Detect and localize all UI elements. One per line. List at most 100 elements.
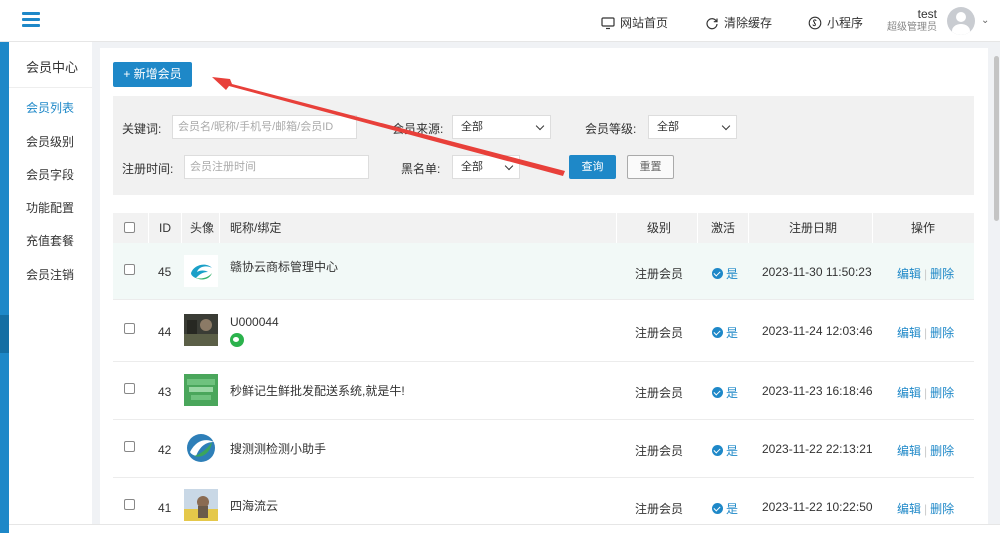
row-level: 注册会员 (635, 444, 684, 458)
row-id: 44 (158, 325, 172, 339)
source-select-value: 全部 (461, 121, 483, 133)
delete-link[interactable]: 删除 (930, 267, 954, 281)
row-nickname: 四海流云 (230, 499, 279, 513)
member-sidebar: 会员中心 会员列表 会员级别 会员字段 功能配置 充值套餐 会员注销 (9, 42, 92, 533)
row-id: 45 (158, 265, 172, 279)
check-circle-icon (712, 445, 723, 456)
delete-link[interactable]: 删除 (930, 386, 954, 400)
page-scrollbar[interactable] (993, 50, 1000, 520)
delete-link[interactable]: 删除 (930, 502, 954, 516)
column-separator (697, 213, 698, 243)
edit-link[interactable]: 编辑 (897, 326, 921, 340)
row-active-label: 是 (726, 502, 739, 516)
sidebar-item-member-fields[interactable]: 会员字段 (9, 160, 92, 190)
row-reg-date: 2023-11-23 16:18:46 (762, 384, 873, 398)
row-id: 41 (158, 501, 172, 515)
column-separator (148, 213, 149, 243)
source-select[interactable]: 全部 (452, 115, 551, 139)
delete-link[interactable]: 删除 (930, 326, 954, 340)
row-level: 注册会员 (635, 267, 684, 281)
column-separator (616, 213, 617, 243)
query-button[interactable]: 查询 (569, 155, 616, 179)
mini-program-link[interactable]: 小程序 (808, 14, 863, 31)
menu-toggle-icon[interactable] (22, 12, 40, 28)
edit-link[interactable]: 编辑 (897, 267, 921, 281)
table-header: ID 头像 昵称/绑定 级别 激活 注册日期 操作 (113, 213, 974, 243)
row-level: 注册会员 (635, 502, 684, 516)
clear-cache-label: 清除缓存 (724, 16, 773, 30)
edit-link[interactable]: 编辑 (897, 502, 921, 516)
check-circle-icon (712, 503, 723, 514)
level-select[interactable]: 全部 (648, 115, 737, 139)
row-level: 注册会员 (635, 386, 684, 400)
row-checkbox[interactable] (124, 383, 135, 394)
row-level: 注册会员 (635, 326, 684, 340)
row-nickname: U000044 (230, 315, 279, 329)
action-separator: | (924, 444, 928, 458)
edit-link[interactable]: 编辑 (897, 444, 921, 458)
user-role: 超级管理员 (887, 22, 937, 33)
sidebar-item-recharge-plans[interactable]: 充值套餐 (9, 226, 92, 256)
user-info[interactable]: test 超级管理员 (885, 7, 937, 34)
column-reg-date: 注册日期 (789, 221, 838, 235)
site-home-link[interactable]: 网站首页 (601, 14, 668, 31)
sidebar-divider (9, 87, 92, 88)
source-label: 会员来源: (392, 122, 444, 136)
column-separator (872, 213, 873, 243)
row-checkbox[interactable] (124, 499, 135, 510)
column-level: 级别 (647, 221, 672, 235)
top-header: 网站首页 清除缓存 小程序 test 超级管理员 ⌄ (0, 0, 1000, 42)
select-all-checkbox[interactable] (124, 222, 135, 233)
row-actions: 编辑 | 删除 (897, 500, 954, 517)
row-active-label: 是 (726, 326, 739, 340)
blacklist-label: 黑名单: (401, 162, 441, 176)
chevron-down-icon[interactable]: ⌄ (981, 15, 989, 26)
edit-link[interactable]: 编辑 (897, 386, 921, 400)
reset-button[interactable]: 重置 (627, 155, 674, 179)
action-separator: | (924, 267, 928, 281)
row-checkbox[interactable] (124, 323, 135, 334)
table-row[interactable]: 42 搜测测检测小助手 注册会员 是 2023-11-22 22:13:21 编… (113, 420, 974, 478)
row-checkbox[interactable] (124, 264, 135, 275)
row-active-status: 是 (712, 265, 738, 282)
row-id: 43 (158, 385, 172, 399)
row-reg-date: 2023-11-22 10:22:50 (762, 500, 873, 514)
column-separator (181, 213, 182, 243)
left-nav-handle[interactable] (0, 315, 9, 353)
row-avatar (184, 489, 218, 521)
table-row[interactable]: 44 U000044 注册会员 是 2023-11-24 12:03:46 编辑… (113, 300, 974, 362)
row-active-label: 是 (726, 267, 739, 281)
user-avatar-icon[interactable] (947, 7, 975, 35)
row-checkbox[interactable] (124, 441, 135, 452)
table-row[interactable]: 45 赣协云商标管理中心 注册会员 是 2023-11-30 11:50:23 … (113, 243, 974, 300)
row-nickname: 秒鲜记生鲜批发配送系统,就是牛! (230, 384, 405, 398)
row-active-label: 是 (726, 444, 739, 458)
monitor-icon (601, 16, 615, 29)
sidebar-item-member-level[interactable]: 会员级别 (9, 127, 92, 157)
column-separator (219, 213, 220, 243)
row-actions: 编辑 | 删除 (897, 324, 954, 341)
sidebar-item-member-list[interactable]: 会员列表 (9, 93, 92, 123)
refresh-icon (706, 17, 718, 29)
row-nickname: 赣协云商标管理中心 (230, 260, 339, 274)
sidebar-item-member-cancel[interactable]: 会员注销 (9, 260, 92, 290)
blacklist-select[interactable]: 全部 (452, 155, 520, 179)
action-separator: | (924, 386, 928, 400)
row-reg-date: 2023-11-22 22:13:21 (762, 442, 873, 456)
regtime-input[interactable] (184, 155, 369, 179)
table-row[interactable]: 43 秒鲜记生鲜批发配送系统,就是牛! 注册会员 是 2023-11-23 16… (113, 362, 974, 420)
user-name: test (917, 7, 937, 21)
row-avatar (184, 432, 218, 464)
level-select-value: 全部 (657, 121, 679, 133)
column-id: ID (159, 221, 171, 235)
add-member-button[interactable]: + 新增会员 (113, 62, 192, 87)
sidebar-item-feature-config[interactable]: 功能配置 (9, 193, 92, 223)
delete-link[interactable]: 删除 (930, 444, 954, 458)
row-reg-date: 2023-11-24 12:03:46 (762, 324, 873, 338)
keyword-input[interactable] (172, 115, 357, 139)
regtime-label: 注册时间: (122, 162, 174, 176)
table-row[interactable]: 41 四海流云 注册会员 是 2023-11-22 10:22:50 编辑 | 删除 (113, 478, 974, 528)
scrollbar-thumb[interactable] (994, 56, 999, 221)
clear-cache-link[interactable]: 清除缓存 (705, 14, 772, 31)
row-nickname: 搜测测检测小助手 (230, 442, 327, 456)
